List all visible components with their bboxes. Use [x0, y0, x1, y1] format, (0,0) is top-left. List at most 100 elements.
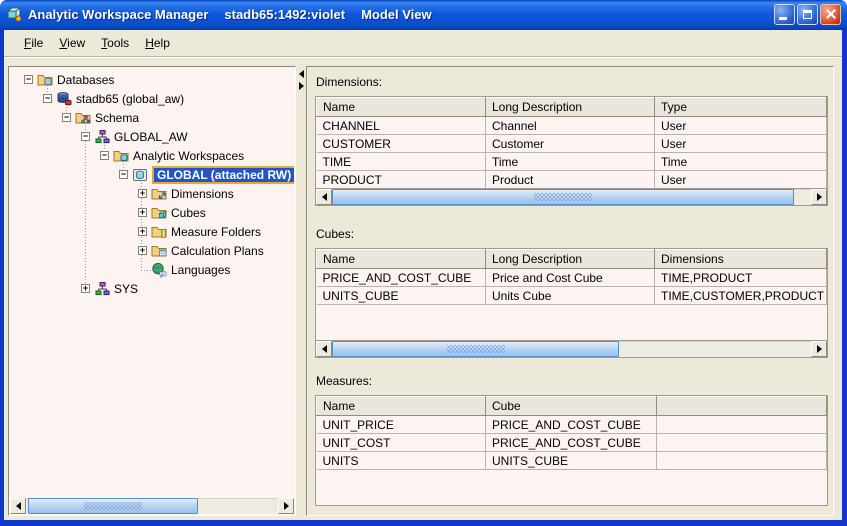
tree-horizontal-scrollbar[interactable]	[10, 498, 294, 514]
navigator-tree-panel: − Databases −	[8, 66, 296, 516]
tree-item-label[interactable]: Schema	[95, 111, 139, 125]
tree-item-calculation-plans[interactable]: + Calculation Plans	[10, 241, 294, 260]
menu-tools[interactable]: Tools	[93, 33, 137, 53]
scrollbar-grip-icon	[534, 193, 592, 201]
tree-item-languages[interactable]: Languages	[10, 260, 294, 279]
navigator-tree: − Databases −	[10, 68, 294, 496]
tree-item-measure-folders[interactable]: + Measure Folders	[10, 222, 294, 241]
table-row[interactable]: UNITS UNITS_CUBE	[317, 452, 827, 470]
scroll-right-button[interactable]	[278, 498, 294, 514]
cell-type: User	[655, 135, 827, 153]
collapse-right-icon[interactable]	[299, 82, 304, 90]
tree-item-label[interactable]: Measure Folders	[171, 225, 261, 239]
close-icon	[825, 8, 837, 20]
tree-expander-collapse-icon[interactable]: −	[119, 170, 128, 179]
tree-expander-collapse-icon[interactable]: −	[62, 113, 71, 122]
cell-name: CHANNEL	[317, 117, 486, 135]
scroll-right-button[interactable]	[811, 189, 827, 205]
tree-expander-collapse-icon[interactable]: −	[100, 151, 109, 160]
table-header-row: Name Long Description Type	[317, 98, 827, 117]
tree-expander-expand-icon[interactable]: +	[81, 284, 90, 293]
app-icon	[6, 6, 23, 22]
menu-file[interactable]: File	[16, 33, 51, 53]
table-row[interactable]: CUSTOMER Customer User	[317, 135, 827, 153]
dimensions-horizontal-scrollbar[interactable]	[316, 188, 827, 205]
tree-item-analytic-workspaces[interactable]: − Analytic Workspaces	[10, 146, 294, 165]
scrollbar-track[interactable]	[332, 189, 811, 205]
tree-expander-expand-icon[interactable]: +	[138, 208, 147, 217]
tree-item-label[interactable]: SYS	[114, 282, 138, 296]
tree-expander-collapse-icon[interactable]: −	[43, 94, 52, 103]
cell-dimensions: TIME,CUSTOMER,PRODUCT	[655, 287, 827, 305]
tree-item-label[interactable]: Databases	[57, 73, 114, 87]
scroll-left-button[interactable]	[316, 341, 332, 357]
scrollbar-thumb[interactable]	[332, 341, 619, 357]
close-button[interactable]	[820, 4, 841, 25]
column-header[interactable]: Cube	[486, 397, 657, 416]
column-header[interactable]: Name	[317, 98, 486, 117]
minimize-icon	[779, 17, 787, 20]
tree-item-dimensions[interactable]: + Dimensions	[10, 184, 294, 203]
dimensions-section-label: Dimensions:	[316, 75, 828, 89]
table-header-row: Name Cube	[317, 397, 827, 416]
cell-empty	[657, 452, 827, 470]
column-header[interactable]: Name	[317, 397, 486, 416]
tree-item-label[interactable]: stadb65 (global_aw)	[76, 92, 184, 106]
dimensions-table-viewport: Name Long Description Type CHANNEL Chann…	[315, 96, 828, 206]
tree-item-databases[interactable]: − Databases	[10, 70, 294, 89]
table-row[interactable]: CHANNEL Channel User	[317, 117, 827, 135]
tree-item-label[interactable]: Calculation Plans	[171, 244, 264, 258]
maximize-button[interactable]	[797, 4, 818, 25]
arrow-right-icon	[817, 193, 822, 201]
cell-name: PRICE_AND_COST_CUBE	[317, 269, 486, 287]
cell-cube: UNITS_CUBE	[486, 452, 657, 470]
tree-item-label[interactable]: Analytic Workspaces	[133, 149, 244, 163]
tree-expander-expand-icon[interactable]: +	[138, 189, 147, 198]
table-row[interactable]: UNITS_CUBE Units Cube TIME,CUSTOMER,PROD…	[317, 287, 827, 305]
table-row[interactable]: UNIT_PRICE PRICE_AND_COST_CUBE	[317, 416, 827, 434]
tree-item-sys[interactable]: + SYS	[10, 279, 294, 298]
tree-expander-collapse-icon[interactable]: −	[24, 75, 33, 84]
tree-expander-collapse-icon[interactable]: −	[81, 132, 90, 141]
column-header[interactable]: Long Description	[486, 98, 655, 117]
collapse-left-icon[interactable]	[299, 70, 304, 78]
tree-expander-expand-icon[interactable]: +	[138, 246, 147, 255]
tree-item-stadb65[interactable]: − stadb65 (global_aw)	[10, 89, 294, 108]
tree-item-schema[interactable]: − Schema	[10, 108, 294, 127]
scroll-left-button[interactable]	[316, 189, 332, 205]
menu-help[interactable]: Help	[137, 33, 178, 53]
tree-item-label[interactable]: GLOBAL_AW	[114, 130, 188, 144]
column-header[interactable]: Dimensions	[655, 250, 827, 269]
tree-item-global-workspace[interactable]: − GLOBAL (attached RW)	[10, 165, 294, 184]
column-header[interactable]: Long Description	[486, 250, 655, 269]
tree-connector	[85, 117, 86, 288]
scrollbar-track[interactable]	[332, 341, 811, 357]
table-row[interactable]: TIME Time Time	[317, 153, 827, 171]
scrollbar-thumb[interactable]	[28, 498, 198, 514]
org-chart-icon	[94, 129, 110, 145]
menu-view[interactable]: View	[51, 33, 93, 53]
tree-item-label[interactable]: Cubes	[171, 206, 206, 220]
tree-expander-expand-icon[interactable]: +	[138, 227, 147, 236]
column-header[interactable]: Type	[655, 98, 827, 117]
tree-item-cubes[interactable]: + Cubes	[10, 203, 294, 222]
scroll-left-button[interactable]	[10, 498, 26, 514]
scrollbar-thumb[interactable]	[332, 189, 794, 205]
title-bar[interactable]: Analytic Workspace Managerstadb65:1492:v…	[0, 0, 847, 30]
table-row[interactable]: UNIT_COST PRICE_AND_COST_CUBE	[317, 434, 827, 452]
tree-item-label-selected[interactable]: GLOBAL (attached RW)	[152, 166, 294, 184]
cell-long-description: Product	[486, 171, 655, 189]
scrollbar-track[interactable]	[26, 498, 278, 514]
scroll-right-button[interactable]	[811, 341, 827, 357]
cubes-horizontal-scrollbar[interactable]	[316, 340, 827, 357]
column-header[interactable]: Name	[317, 250, 486, 269]
table-row[interactable]: PRODUCT Product User	[317, 171, 827, 189]
tree-item-label[interactable]: Languages	[171, 263, 230, 277]
table-row[interactable]: PRICE_AND_COST_CUBE Price and Cost Cube …	[317, 269, 827, 287]
tree-item-global-aw-schema[interactable]: − GLOBAL_AW	[10, 127, 294, 146]
cubes-table-viewport: Name Long Description Dimensions PRICE_A…	[315, 248, 828, 358]
minimize-button[interactable]	[774, 4, 795, 25]
tree-item-label[interactable]: Dimensions	[171, 187, 234, 201]
cell-name: UNITS_CUBE	[317, 287, 486, 305]
split-pane-divider[interactable]	[297, 66, 306, 516]
